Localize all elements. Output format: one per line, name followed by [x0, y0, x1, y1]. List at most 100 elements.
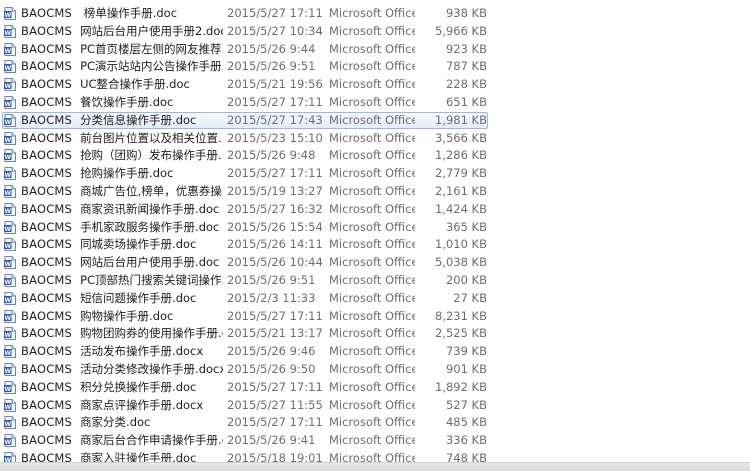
file-row[interactable]: W BAOCMS 手机家政服务操作手册.doc 2015/5/26 15:54 Micr…: [0, 219, 750, 237]
file-row[interactable]: W BAOCMS 抢购操作手册.doc 2015/5/27 17:11 Microsof…: [0, 165, 750, 183]
svg-text:W: W: [4, 243, 11, 250]
file-row[interactable]: W BAOCMS 活动分类修改操作手册.docx 2015/5/26 9:50 Micr…: [0, 361, 750, 379]
file-name: BAOCMS PC首页楼层左侧的网友推荐...: [21, 41, 223, 59]
file-row[interactable]: W BAOCMS 分类信息操作手册.doc 2015/5/27 17:43 Micros…: [0, 111, 750, 130]
word-document-icon: W: [4, 309, 16, 323]
file-list: W BAOCMS 榜单操作手册.doc 2015/5/27 17:11 Microso…: [0, 0, 750, 471]
file-row[interactable]: W BAOCMS 商家资讯新闻操作手册.doc 2015/5/27 16:32 Micr…: [0, 201, 750, 219]
file-type: Microsoft Office...: [329, 255, 415, 270]
file-name-title: 商家分类.doc: [80, 415, 151, 430]
file-row[interactable]: W BAOCMS 网站后台用户使用手册2.doc 2015/5/27 10:34 Mic…: [0, 23, 750, 41]
file-row[interactable]: W BAOCMS 积分兑换操作手册.doc 2015/5/27 17:11 Micros…: [0, 379, 750, 397]
file-size: 2,161 KB: [434, 184, 487, 198]
file-type: Microsoft Office...: [329, 166, 415, 181]
horizontal-scrollbar[interactable]: [0, 462, 750, 471]
file-size: 5,966 KB: [434, 23, 487, 38]
file-name-title: 前台图片位置以及相关位置...: [80, 130, 223, 145]
file-type: Microsoft Office...: [329, 130, 415, 145]
file-name: BAOCMS 短信问题操作手册.doc: [21, 290, 223, 308]
file-name-title: 抢购（团购）发布操作手册...: [80, 148, 223, 163]
file-type: Microsoft Office...: [329, 6, 415, 20]
file-name: BAOCMS 活动发布操作手册.docx: [21, 343, 223, 361]
file-row[interactable]: W BAOCMS 短信问题操作手册.doc 2015/2/3 11:33 Microso…: [0, 290, 750, 308]
file-date-modified: 2015/5/21 19:56: [227, 77, 323, 92]
file-name-prefix: BAOCMS: [21, 433, 73, 448]
file-row[interactable]: W BAOCMS 购物团购券的使用操作手册.d... 2015/5/21 13:17 M…: [0, 325, 750, 343]
file-date-modified: 2015/2/3 11:33: [227, 290, 316, 305]
file-name-prefix: BAOCMS: [21, 362, 73, 376]
file-row[interactable]: W BAOCMS UC整合操作手册.doc 2015/5/21 19:56 Micros…: [0, 76, 750, 94]
file-type: Microsoft Office...: [329, 201, 415, 216]
file-type: Microsoft Office...: [329, 433, 415, 448]
file-date-modified: 2015/5/19 13:27: [227, 184, 323, 198]
svg-text:W: W: [4, 190, 11, 197]
svg-text:W: W: [4, 208, 11, 215]
file-row[interactable]: W BAOCMS 同城卖场操作手册.doc 2015/5/26 14:11 Micros…: [0, 236, 750, 254]
file-row[interactable]: W BAOCMS PC首页楼层左侧的网友推荐... 2015/5/26 9:44 Mic…: [0, 41, 750, 59]
word-document-icon: W: [4, 7, 16, 20]
file-name-title: 活动分类修改操作手册.docx: [80, 362, 223, 376]
file-row[interactable]: W BAOCMS 商城广告位,榜单，优惠券操... 2015/5/19 13:27 Mi…: [0, 183, 750, 201]
file-name: BAOCMS 网站后台用户使用手册2.doc: [21, 23, 223, 41]
file-date-modified: 2015/5/27 17:43: [227, 112, 323, 127]
file-row[interactable]: W BAOCMS PC顶部热门搜索关键词操作... 2015/5/26 9:51 Mic…: [0, 272, 750, 290]
file-type: Microsoft Office...: [329, 415, 415, 430]
file-name-prefix: BAOCMS: [21, 379, 73, 394]
file-row[interactable]: W BAOCMS 网站后台用户使用手册.doc 2015/5/26 10:44 Micr…: [0, 254, 750, 272]
file-name-prefix: BAOCMS: [21, 6, 73, 20]
file-name: BAOCMS 手机家政服务操作手册.doc: [21, 219, 223, 237]
file-name-prefix: BAOCMS: [21, 41, 73, 56]
file-row[interactable]: W BAOCMS 前台图片位置以及相关位置... 2015/5/23 15:10 Mic…: [0, 130, 750, 148]
svg-text:W: W: [4, 119, 11, 126]
file-name: BAOCMS 抢购（团购）发布操作手册...: [21, 147, 223, 165]
word-document-icon: W: [4, 202, 16, 216]
file-name-prefix: BAOCMS: [21, 148, 73, 163]
svg-text:W: W: [4, 261, 11, 268]
file-name-title: 商家点评操作手册.docx: [80, 397, 204, 412]
file-name-title: 手机家政服务操作手册.doc: [80, 219, 220, 234]
file-name-title: 分类信息操作手册.doc: [80, 112, 197, 127]
file-type: Microsoft Office...: [329, 112, 415, 127]
file-row[interactable]: W BAOCMS 榜单操作手册.doc 2015/5/27 17:11 Microso…: [0, 5, 750, 23]
file-row[interactable]: W BAOCMS 商家后台合作申请操作手册.d... 2015/5/26 9:41 Mi…: [0, 432, 750, 450]
file-type: Microsoft Office...: [329, 290, 415, 305]
svg-text:W: W: [4, 83, 11, 90]
svg-text:W: W: [4, 421, 11, 428]
file-size: 938 KB: [445, 6, 487, 20]
file-date-modified: 2015/5/26 9:51: [227, 273, 316, 287]
svg-text:W: W: [4, 225, 11, 232]
file-size: 1,286 KB: [434, 148, 487, 163]
file-type: Microsoft Office...: [329, 219, 415, 234]
file-name: BAOCMS 购物操作手册.doc: [21, 308, 223, 326]
word-document-icon: W: [4, 96, 16, 109]
file-date-modified: 2015/5/27 10:34: [227, 23, 323, 38]
file-size: 901 KB: [445, 362, 487, 376]
file-name-prefix: BAOCMS: [21, 130, 73, 145]
file-name-title: 网站后台用户使用手册.doc: [80, 255, 220, 270]
file-type: Microsoft Office...: [329, 77, 415, 92]
file-name-prefix: BAOCMS: [21, 219, 73, 234]
file-row[interactable]: W BAOCMS PC演示站站内公告操作手册... 2015/5/26 9:51 Mic…: [0, 58, 750, 76]
file-name: BAOCMS PC顶部热门搜索关键词操作...: [21, 272, 223, 290]
file-date-modified: 2015/5/26 15:54: [227, 219, 323, 234]
word-document-icon: W: [4, 274, 16, 287]
file-name-prefix: BAOCMS: [21, 415, 73, 430]
file-type: Microsoft Office...: [329, 237, 415, 252]
file-size: 527 KB: [445, 397, 487, 412]
file-name: BAOCMS 积分兑换操作手册.doc: [21, 379, 223, 397]
file-row[interactable]: W BAOCMS 商家点评操作手册.docx 2015/5/27 11:55 Micro…: [0, 397, 750, 415]
file-name-prefix: BAOCMS: [21, 184, 73, 198]
file-date-modified: 2015/5/26 9:48: [227, 148, 316, 163]
file-row[interactable]: W BAOCMS 餐饮操作手册.doc 2015/5/27 17:11 Microsof…: [0, 94, 750, 112]
file-row[interactable]: W BAOCMS 购物操作手册.doc 2015/5/27 17:11 Microsof…: [0, 308, 750, 326]
file-name-title: 积分兑换操作手册.doc: [80, 379, 197, 394]
file-date-modified: 2015/5/27 17:11: [227, 308, 323, 323]
file-name: BAOCMS 抢购操作手册.doc: [21, 165, 223, 183]
file-date-modified: 2015/5/21 13:17: [227, 326, 323, 341]
file-row[interactable]: W BAOCMS 活动发布操作手册.docx 2015/5/26 9:46 Micros…: [0, 343, 750, 361]
file-size: 1,981 KB: [434, 112, 487, 127]
file-row[interactable]: W BAOCMS 抢购（团购）发布操作手册... 2015/5/26 9:48 Micr…: [0, 147, 750, 165]
file-name-prefix: BAOCMS: [21, 255, 73, 270]
svg-text:W: W: [4, 386, 11, 393]
file-row[interactable]: W BAOCMS 商家分类.doc 2015/5/27 17:11 Microsoft …: [0, 414, 750, 432]
